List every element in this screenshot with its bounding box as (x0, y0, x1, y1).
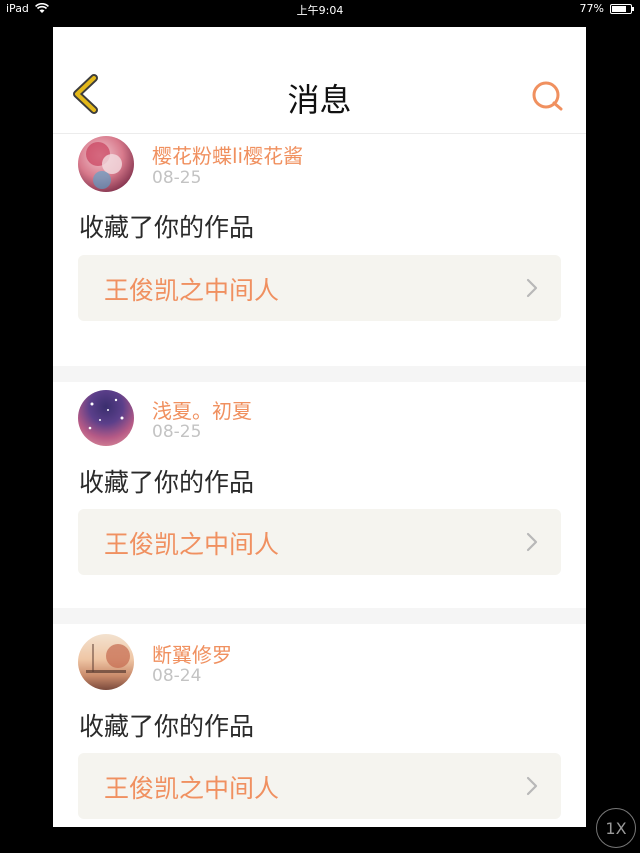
page-title: 消息 (287, 81, 352, 119)
message-date: 08-25 (152, 168, 202, 188)
app-window: 消息 樱花粉蝶li樱花酱 08-25 收藏了你的作品 王俊凯之中间人 浅夏。初夏… (53, 27, 586, 827)
message-action-text: 收藏了你的作品 (79, 712, 255, 741)
zoom-label: 1X (605, 818, 627, 838)
battery-percent: 77% (579, 2, 604, 15)
message-card: 断翼修罗 08-24 收藏了你的作品 王俊凯之中间人 (53, 624, 586, 827)
message-date: 08-24 (152, 666, 202, 686)
work-link[interactable]: 王俊凯之中间人 (78, 753, 561, 819)
work-title: 王俊凯之中间人 (104, 276, 280, 305)
message-action-text: 收藏了你的作品 (79, 468, 255, 497)
chevron-right-icon (526, 776, 538, 796)
message-action-text: 收藏了你的作品 (79, 213, 255, 242)
avatar[interactable] (78, 634, 134, 690)
username[interactable]: 浅夏。初夏 (152, 395, 252, 424)
battery-fill (612, 5, 626, 12)
work-title: 王俊凯之中间人 (104, 774, 280, 803)
message-list: 樱花粉蝶li樱花酱 08-25 收藏了你的作品 王俊凯之中间人 浅夏。初夏 08… (53, 134, 586, 827)
avatar[interactable] (78, 390, 134, 446)
username[interactable]: 樱花粉蝶li樱花酱 (152, 140, 303, 169)
status-time: 上午9:04 (296, 4, 344, 17)
navigation-bar: 消息 (53, 27, 586, 134)
search-icon[interactable] (530, 79, 564, 113)
zoom-toggle-button[interactable]: 1X (596, 808, 636, 848)
avatar[interactable] (78, 136, 134, 192)
work-link[interactable]: 王俊凯之中间人 (78, 255, 561, 321)
status-right: 77% (579, 2, 634, 15)
message-card: 浅夏。初夏 08-25 收藏了你的作品 王俊凯之中间人 (53, 382, 586, 608)
work-link[interactable]: 王俊凯之中间人 (78, 509, 561, 575)
chevron-right-icon (526, 532, 538, 552)
chevron-right-icon (526, 278, 538, 298)
divider (53, 608, 586, 624)
divider (53, 366, 586, 382)
status-bar: iPad 上午9:04 77% (0, 0, 640, 18)
username[interactable]: 断翼修罗 (152, 639, 232, 668)
work-title: 王俊凯之中间人 (104, 530, 280, 559)
message-date: 08-25 (152, 422, 202, 442)
message-card: 樱花粉蝶li樱花酱 08-25 收藏了你的作品 王俊凯之中间人 (53, 134, 586, 366)
battery-icon (610, 3, 634, 14)
